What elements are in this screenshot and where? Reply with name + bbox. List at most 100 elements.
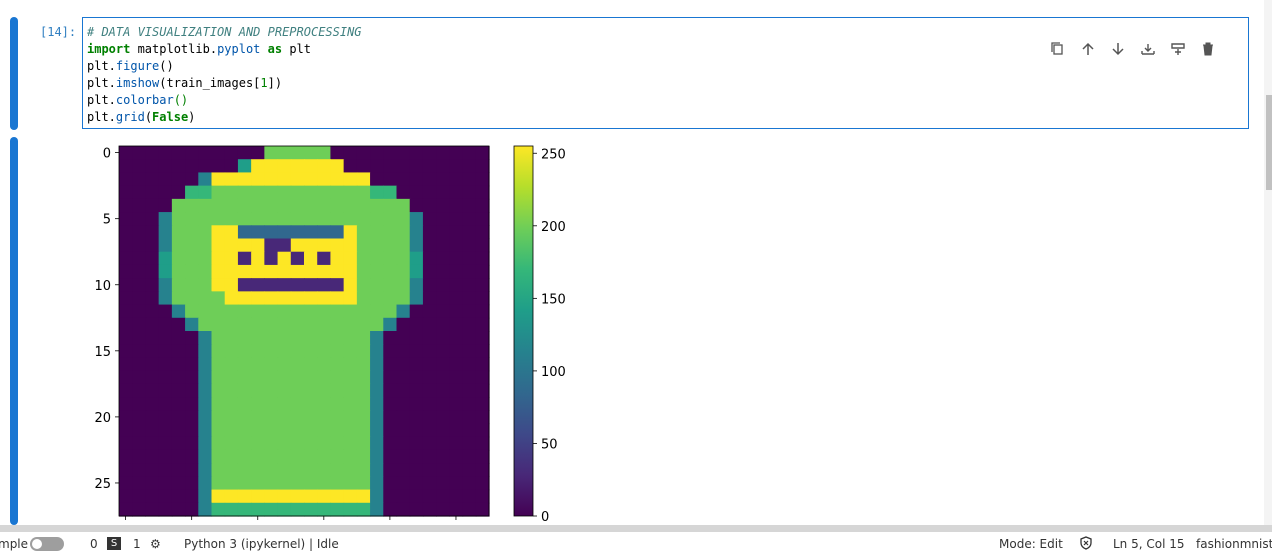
heatmap-cell	[198, 172, 213, 187]
heatmap-cell	[356, 198, 371, 213]
heatmap-cell	[462, 489, 477, 504]
heatmap-cell	[290, 370, 305, 385]
heatmap-cell	[409, 198, 424, 213]
heatmap-cell	[396, 317, 411, 332]
horizontal-scrollbar[interactable]	[0, 525, 1272, 532]
heatmap-cell	[198, 146, 213, 160]
heatmap-cell	[132, 463, 147, 477]
file-name[interactable]: fashionmnist.	[1196, 536, 1272, 552]
heatmap-cell	[462, 476, 477, 491]
heatmap-cell	[462, 159, 477, 174]
heatmap-cell	[462, 172, 477, 187]
heatmap-cell	[237, 331, 252, 345]
heatmap-cell	[475, 423, 490, 438]
heatmap-cell	[330, 502, 345, 517]
heatmap-cell	[171, 172, 186, 187]
heatmap-cell	[171, 212, 186, 226]
heatmap-cell	[264, 212, 279, 226]
heatmap-cell	[145, 278, 160, 292]
heatmap-cell	[185, 489, 199, 504]
colorbar-tick-label: 100	[541, 365, 566, 380]
heatmap-cell	[317, 436, 332, 451]
heatmap-cell	[304, 251, 318, 266]
heatmap-cell	[119, 449, 133, 464]
heatmap-cell	[370, 291, 384, 306]
heatmap-cell	[237, 502, 252, 517]
heatmap-cell	[462, 264, 477, 279]
heatmap-cell	[330, 304, 345, 319]
shield-icon[interactable]	[1079, 536, 1093, 554]
heatmap-cell	[343, 198, 358, 213]
heatmap-cell	[277, 278, 292, 292]
heatmap-cell	[158, 489, 173, 504]
heatmap-cell	[409, 278, 424, 292]
heatmap-cell	[277, 476, 292, 491]
heatmap-cell	[251, 383, 265, 398]
heatmap-cell	[277, 172, 292, 187]
heatmap-cell	[237, 291, 252, 306]
heatmap-cell	[462, 357, 477, 372]
terminal-s-icon[interactable]: S	[107, 537, 121, 550]
kernel-settings-icon[interactable]: ⚙	[150, 536, 161, 552]
terminal-count[interactable]: 0	[90, 536, 98, 552]
heatmap-cell	[277, 331, 292, 345]
heatmap-cell	[224, 344, 239, 359]
heatmap-cell	[290, 357, 305, 372]
heatmap-cell	[237, 264, 252, 279]
heatmap-cell	[304, 423, 318, 438]
vertical-scrollbar-thumb[interactable]	[1266, 95, 1272, 190]
heatmap-cell	[198, 198, 213, 213]
colorbar-gradient	[513, 145, 534, 517]
heatmap-cell	[119, 212, 133, 226]
heatmap-cell	[317, 463, 332, 477]
heatmap-cell	[264, 291, 279, 306]
heatmap-cell	[475, 489, 490, 504]
heatmap-cell	[145, 489, 160, 504]
heatmap-cell	[290, 502, 305, 517]
heatmap-cell	[356, 185, 371, 200]
heatmap-cell	[224, 463, 239, 477]
heatmap-cell	[119, 423, 133, 438]
heatmap-cell	[237, 146, 252, 160]
heatmap-cell	[264, 331, 279, 345]
heatmap-cell	[449, 449, 464, 464]
heatmap-cell	[449, 264, 464, 279]
heatmap-cell	[198, 463, 213, 477]
heatmap-cell	[171, 370, 186, 385]
heatmap-cell	[251, 291, 265, 306]
heatmap-cell	[436, 212, 450, 226]
heatmap-cell	[171, 278, 186, 292]
y-tick-label: 5	[103, 213, 111, 228]
heatmap-cell	[224, 331, 239, 345]
heatmap-cell	[330, 198, 345, 213]
heatmap-cell	[211, 198, 226, 213]
heatmap-cell	[383, 410, 398, 425]
heatmap-cell	[251, 331, 265, 345]
heatmap-cell	[237, 463, 252, 477]
y-axis: 0 5 10 15 20 25	[94, 147, 119, 492]
heatmap-cell	[356, 304, 371, 319]
heatmap-cell	[475, 331, 490, 345]
heatmap-cell	[224, 357, 239, 372]
kernel-status[interactable]: Python 3 (ipykernel) | Idle	[184, 536, 339, 552]
heatmap-cell	[211, 304, 226, 319]
kernel-count[interactable]: 1	[133, 536, 141, 552]
heatmap-cell	[264, 185, 279, 200]
heatmap-cell	[330, 397, 345, 411]
vertical-scrollbar[interactable]	[1264, 0, 1272, 525]
heatmap-cell	[119, 410, 133, 425]
heatmap-cell	[198, 357, 213, 372]
heatmap-cell	[277, 383, 292, 398]
heatmap-cell	[132, 225, 147, 240]
heatmap-cell	[119, 502, 133, 517]
heatmap-cell	[317, 238, 332, 253]
heatmap-cell	[185, 146, 199, 160]
cursor-position[interactable]: Ln 5, Col 15	[1113, 536, 1185, 552]
heatmap-cell	[290, 264, 305, 279]
status-bar: mple 0 S 1 ⚙ Python 3 (ipykernel) | Idle…	[0, 532, 1272, 551]
heatmap-cell	[304, 317, 318, 332]
heatmap-cell	[211, 317, 226, 332]
heatmap-cell	[119, 370, 133, 385]
simple-mode-toggle[interactable]	[30, 537, 64, 551]
heatmap-cell	[330, 278, 345, 292]
